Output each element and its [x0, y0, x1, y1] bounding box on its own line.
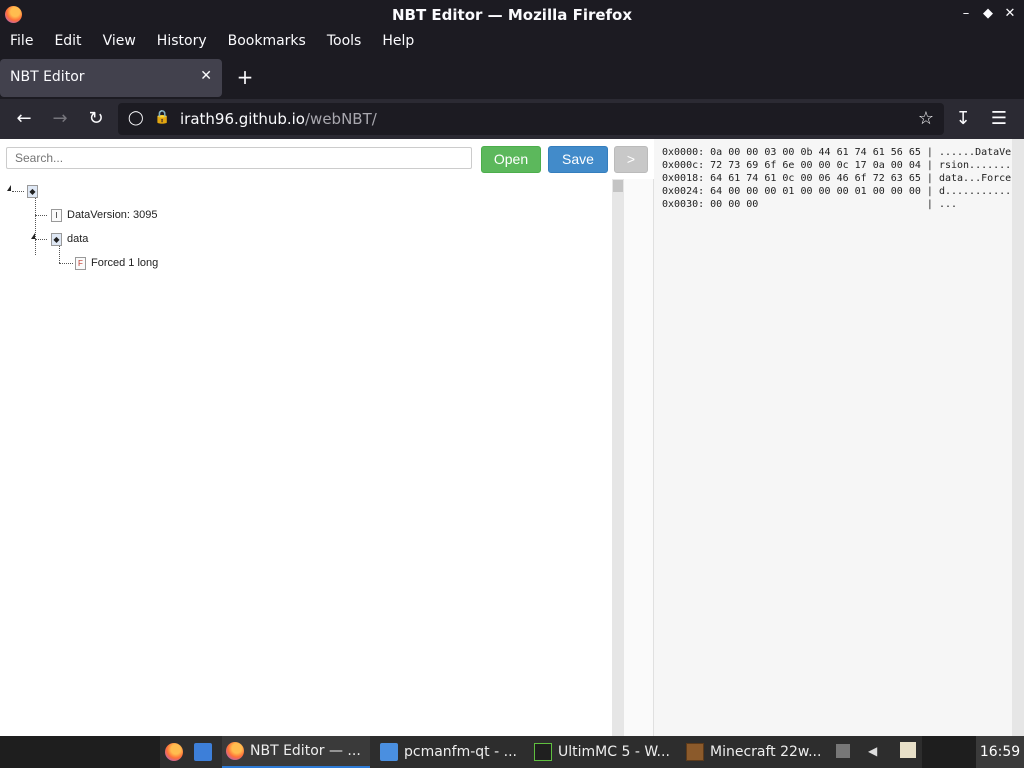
- tab-bar: NBT Editor ✕ +: [0, 57, 1024, 99]
- tree-scrollbar[interactable]: [612, 179, 624, 736]
- expand-toggle-icon[interactable]: [7, 185, 11, 191]
- tree-node-label: data: [67, 233, 89, 245]
- menu-tools[interactable]: Tools: [317, 29, 373, 57]
- search-input[interactable]: [6, 147, 472, 169]
- hex-line: 0x000c: 72 73 69 6f 6e 00 00 0c 17 0a 00…: [662, 160, 1012, 171]
- tree-connector: [35, 239, 47, 240]
- lock-icon[interactable]: 🔒: [154, 110, 170, 128]
- firefox-launcher-icon[interactable]: [165, 743, 183, 761]
- navigation-toolbar: ← → ↻ ◯ 🔒 irath96.github.io/webNBT/ ☆ ↧ …: [0, 99, 1024, 139]
- tree-node-label: DataVersion: 3095: [67, 209, 158, 221]
- tree-node-label: Forced 1 long: [91, 257, 159, 269]
- taskbar-item-label: Minecraft 22w...: [710, 744, 822, 760]
- hex-line: 0x0018: 64 61 74 61 0c 00 06 46 6f 72 63…: [662, 173, 1012, 184]
- window-title: NBT Editor — Mozilla Firefox: [391, 6, 633, 24]
- close-icon[interactable]: ✕: [1002, 5, 1018, 23]
- compound-icon: ◆: [51, 232, 62, 246]
- terminal-icon: [534, 743, 552, 761]
- tree-node-forced[interactable]: F Forced 1 long: [75, 254, 158, 272]
- taskbar-item-firefox[interactable]: NBT Editor — ...: [222, 736, 370, 768]
- volume-icon[interactable]: ◀: [868, 744, 882, 758]
- menu-help[interactable]: Help: [372, 29, 425, 57]
- tree-connector: [59, 263, 73, 264]
- firefox-icon: [226, 742, 244, 760]
- url-bar[interactable]: ◯ 🔒 irath96.github.io/webNBT/ ☆: [118, 103, 944, 135]
- menu-file[interactable]: File: [0, 29, 44, 57]
- int-icon: I: [51, 208, 62, 222]
- open-button[interactable]: Open: [481, 146, 541, 173]
- taskbar-item-pcmanfm[interactable]: pcmanfm-qt - ...: [378, 736, 528, 768]
- reload-button[interactable]: ↻: [83, 106, 109, 132]
- network-icon[interactable]: [836, 744, 850, 758]
- menu-history[interactable]: History: [147, 29, 218, 57]
- tab-label: NBT Editor: [10, 69, 85, 85]
- pane-divider[interactable]: [624, 179, 654, 736]
- scrollbar-thumb[interactable]: [613, 180, 623, 192]
- bookmark-star-icon[interactable]: ☆: [918, 108, 934, 129]
- menu-view[interactable]: View: [93, 29, 147, 57]
- hex-line: 0x0024: 64 00 00 00 01 00 00 00 01 00 00…: [662, 186, 1012, 197]
- tree-connector: [35, 193, 36, 255]
- tab-nbt-editor[interactable]: NBT Editor ✕: [0, 59, 222, 97]
- app-menu-button[interactable]: ☰: [986, 106, 1012, 132]
- tree-node-dataversion[interactable]: I DataVersion: 3095: [51, 206, 158, 224]
- tab-close-icon[interactable]: ✕: [200, 68, 212, 84]
- tracking-shield-icon[interactable]: ◯: [128, 110, 144, 128]
- url-host: irath96.github.io: [180, 110, 305, 128]
- new-tab-button[interactable]: +: [232, 65, 258, 91]
- desktop-icon[interactable]: [194, 743, 212, 761]
- save-button[interactable]: Save: [548, 146, 608, 173]
- menu-bookmarks[interactable]: Bookmarks: [218, 29, 317, 57]
- clock[interactable]: 16:59: [976, 736, 1024, 768]
- taskbar-item-label: UltimMC 5 - W...: [558, 744, 670, 760]
- hex-line: 0x0000: 0a 00 00 03 00 0b 44 61 74 61 56…: [662, 147, 1012, 158]
- tree-connector: [12, 191, 24, 192]
- hex-line: 0x0030: 00 00 00 | ...: [662, 199, 958, 210]
- taskbar-item-minecraft[interactable]: Minecraft 22w...: [684, 736, 834, 768]
- maximize-icon[interactable]: ◆: [980, 5, 996, 23]
- taskbar-item-ultimmc[interactable]: UltimMC 5 - W...: [532, 736, 680, 768]
- minecraft-icon: [686, 743, 704, 761]
- tree-node-root[interactable]: ◆: [27, 182, 43, 200]
- clipboard-icon[interactable]: [900, 742, 916, 758]
- nbt-tree: ◆ I DataVersion: 3095 ◆ data F Forced 1 …: [0, 179, 612, 736]
- tree-node-data[interactable]: ◆ data: [51, 230, 88, 248]
- hex-view: 0x0000: 0a 00 00 03 00 0b 44 61 74 61 56…: [654, 139, 1012, 736]
- expand-toggle-icon[interactable]: [31, 233, 35, 239]
- taskbar: NBT Editor — ... pcmanfm-qt - ... UltimM…: [0, 736, 1024, 768]
- folder-icon: [380, 743, 398, 761]
- forward-button[interactable]: →: [47, 106, 73, 132]
- back-button[interactable]: ←: [11, 106, 37, 132]
- taskbar-item-label: NBT Editor — ...: [250, 743, 361, 759]
- downloads-button[interactable]: ↧: [950, 106, 976, 132]
- compound-icon: ◆: [27, 184, 38, 198]
- hex-scrollbar[interactable]: [1012, 139, 1024, 736]
- menu-edit[interactable]: Edit: [44, 29, 92, 57]
- taskbar-item-label: pcmanfm-qt - ...: [404, 744, 517, 760]
- page-content: Open Save > ◆ I DataVersion: 3095 ◆ data…: [0, 139, 1024, 736]
- url-text[interactable]: irath96.github.io/webNBT/: [180, 110, 377, 128]
- minimize-icon[interactable]: –: [958, 5, 974, 23]
- window-controls: – ◆ ✕: [958, 5, 1018, 23]
- long-array-icon: F: [75, 256, 86, 270]
- menu-bar: File Edit View History Bookmarks Tools H…: [0, 29, 1024, 57]
- url-path: /webNBT/: [305, 110, 377, 128]
- tree-connector: [35, 215, 47, 216]
- window-titlebar: NBT Editor — Mozilla Firefox – ◆ ✕: [0, 0, 1024, 29]
- next-button[interactable]: >: [614, 146, 648, 173]
